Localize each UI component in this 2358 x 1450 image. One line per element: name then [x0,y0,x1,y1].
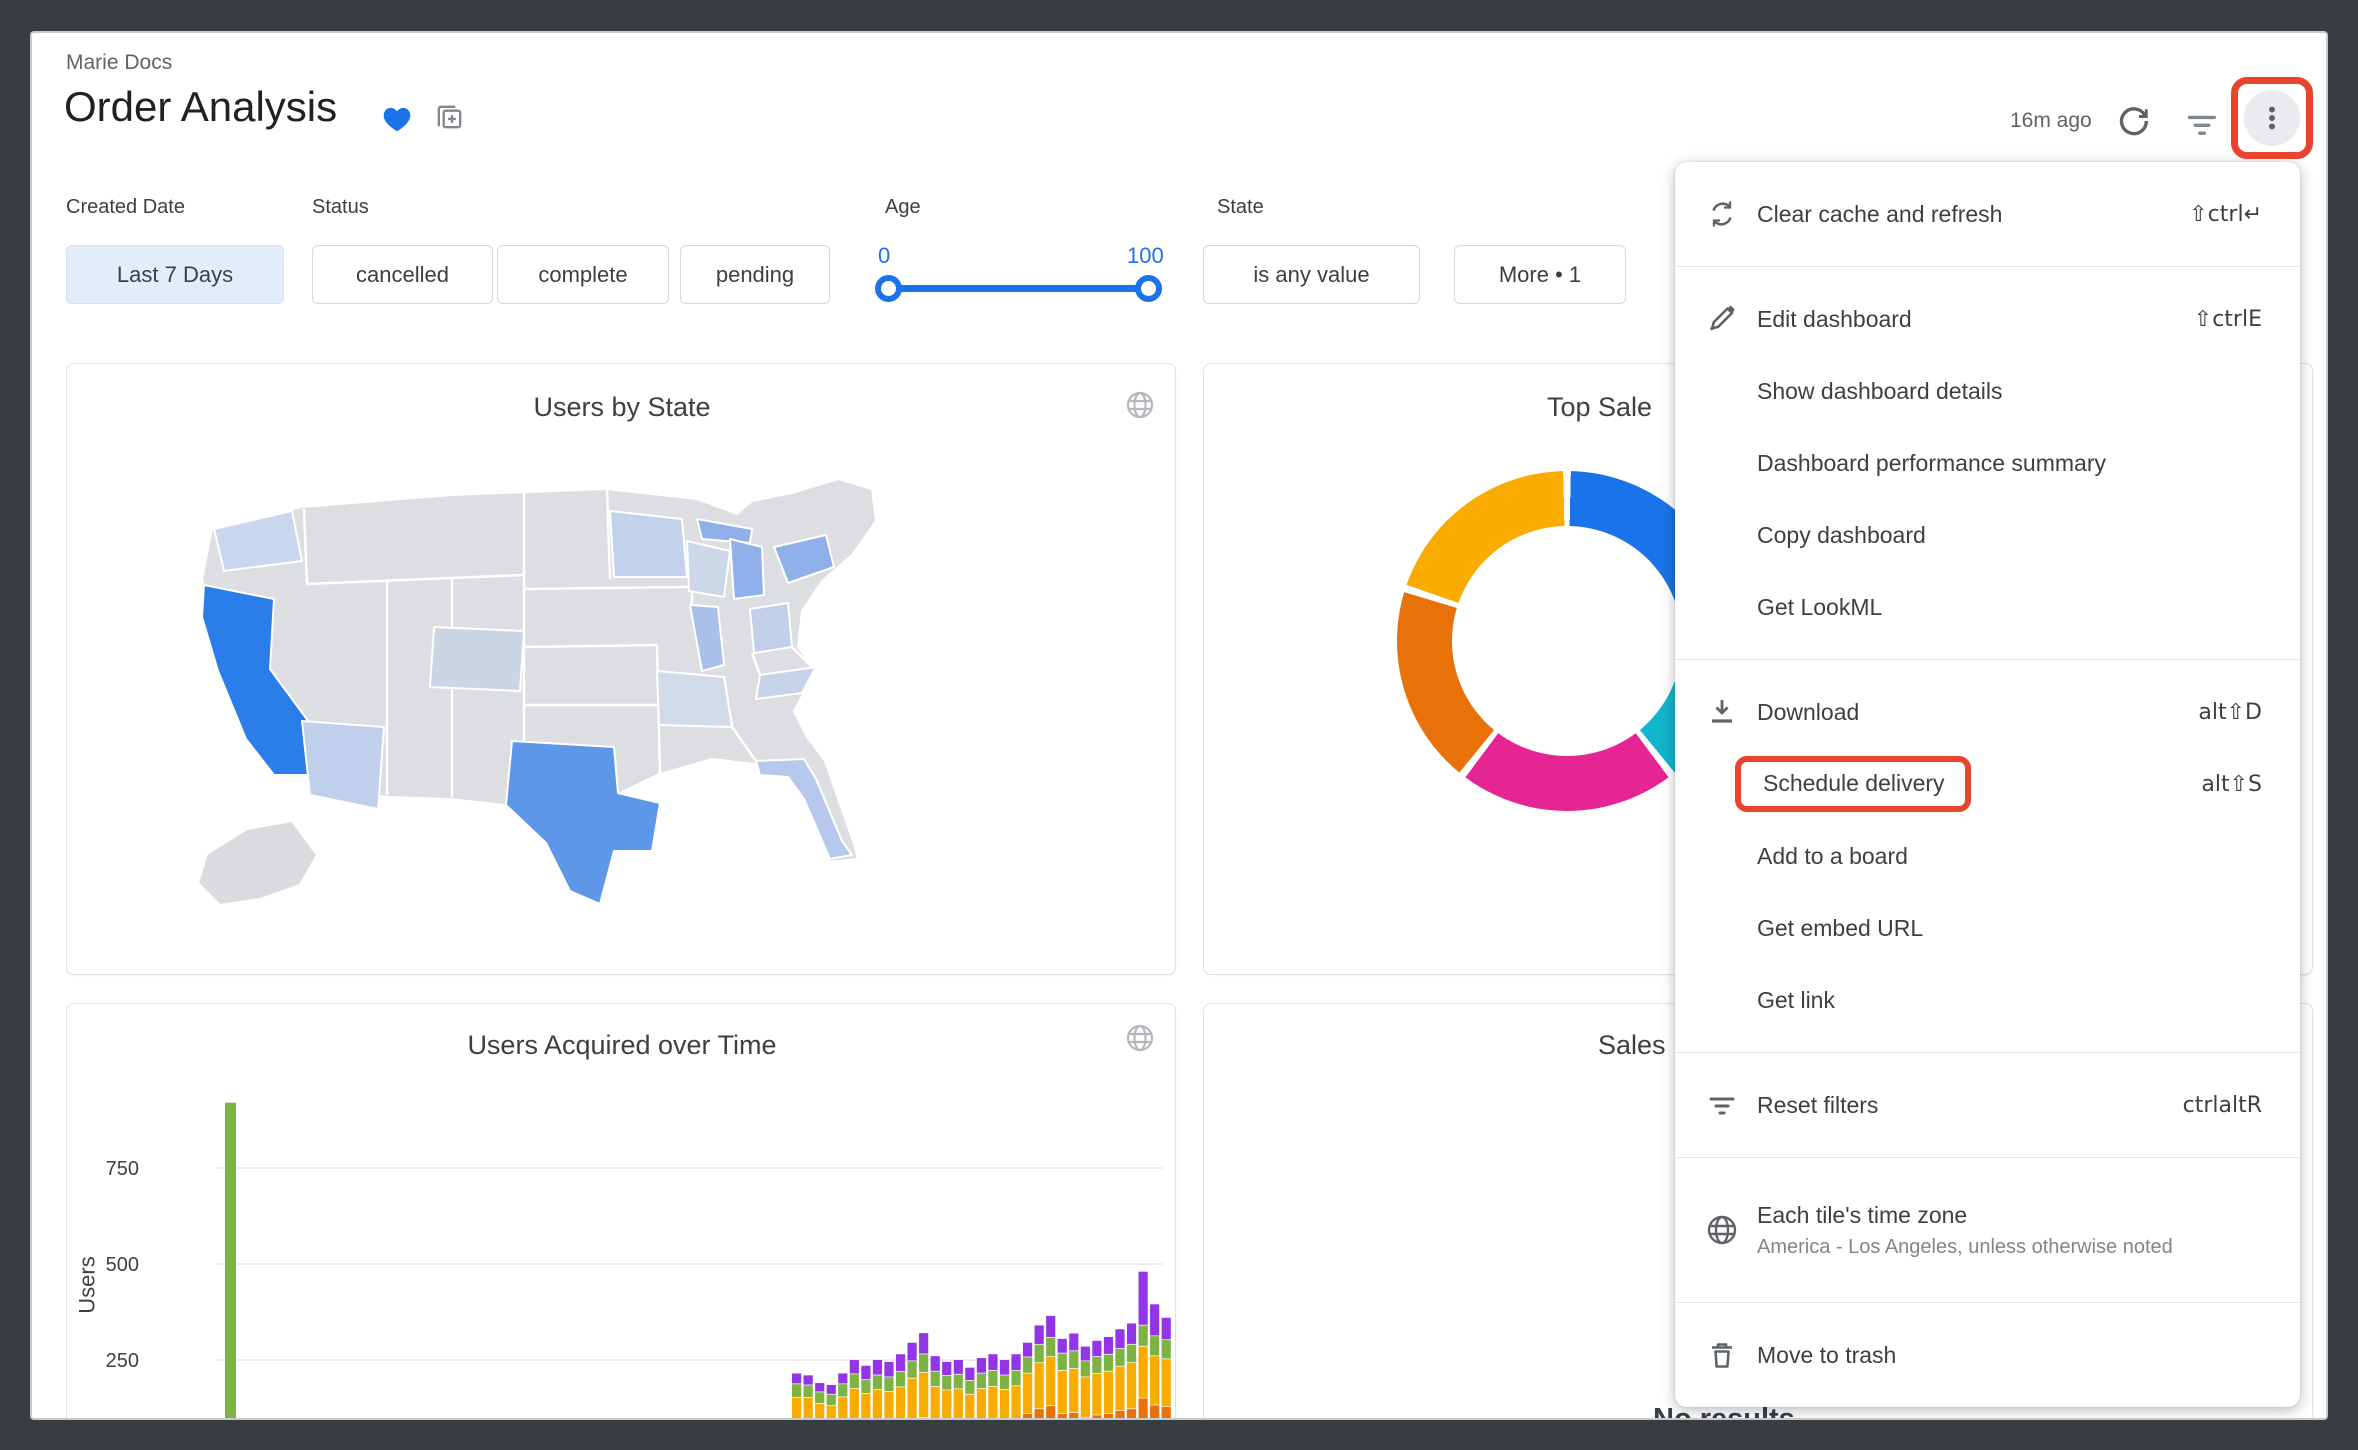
svg-text:500: 500 [106,1254,139,1276]
filter-created-date-value[interactable]: Last 7 Days [66,245,284,304]
globe-icon [1705,1213,1739,1247]
filter-status-complete[interactable]: complete [497,245,669,304]
svg-text:750: 750 [106,1158,139,1180]
filter-label-created-date: Created Date [66,196,185,219]
breadcrumb[interactable]: Marie Docs [66,51,172,75]
menu-item-edit-dashboard[interactable]: Edit dashboard ⇧ctrlE [1675,283,2300,355]
duplicate-dashboard-icon[interactable] [434,102,465,133]
filter-status-cancelled[interactable]: cancelled [312,245,493,304]
tile-title: Top Sale [1547,392,1652,423]
menu-item-get-link[interactable]: Get link [1675,964,2300,1036]
blank-icon [1705,839,1739,873]
menu-item-shortcut: ⇧ctrl↵ [2189,202,2262,227]
blank-icon [1705,446,1739,480]
context-menu: Clear cache and refresh ⇧ctrl↵ Edit dashbo… [1675,162,2300,1407]
menu-item-schedule-delivery[interactable]: Schedule delivery alt⇧S [1675,748,2300,820]
menu-item-show-dashboard-details[interactable]: Show dashboard details [1675,355,2300,427]
download-icon [1705,695,1739,729]
screenshot-frame: Marie Docs Order Analysis 16m ago Create… [0,0,2358,1450]
age-slider-max-value: 100 [1127,243,1164,269]
blank-icon [1705,518,1739,552]
page-title: Order Analysis [64,83,337,131]
menu-item-add-to-a-board[interactable]: Add to a board [1675,820,2300,892]
menu-item-label: Move to trash [1757,1342,1896,1369]
menu-item-shortcut: alt⇧S [2201,772,2262,797]
heart-icon[interactable] [380,101,414,135]
tile-users-by-state: Users by State [66,363,1176,975]
age-slider-min-value: 0 [878,243,890,269]
stacked-bar-chart[interactable]: 250 500 750 [67,1004,1177,1418]
menu-item-label: Show dashboard details [1757,378,2003,405]
blank-icon [1705,911,1739,945]
menu-item-shortcut: ctrlaltR [2183,1093,2262,1118]
more-vert-icon [2257,103,2287,133]
filter-label-age: Age [885,196,921,219]
menu-item-clear-cache-and-refresh[interactable]: Clear cache and refresh ⇧ctrl↵ [1675,178,2300,250]
blank-icon [1705,983,1739,1017]
globe-icon [1124,389,1156,421]
filter-label-state: State [1217,196,1264,219]
age-slider-handle-max[interactable] [1135,275,1162,302]
tile-users-acquired: Users Acquired over Time Users 250500750 [66,1003,1176,1418]
dashboard-page: Marie Docs Order Analysis 16m ago Create… [32,33,2326,1418]
last-updated-text: 16m ago [2010,109,2092,133]
blank-icon [1705,767,1739,801]
reload-icon[interactable] [2115,103,2151,139]
donut-hole [1452,526,1682,756]
pencil-icon [1705,302,1739,336]
menu-item-copy-dashboard[interactable]: Copy dashboard [1675,499,2300,571]
filter-icon [1705,1088,1739,1122]
menu-item-download[interactable]: Download alt⇧D [1675,676,2300,748]
svg-text:250: 250 [106,1350,139,1372]
filter-status-pending[interactable]: pending [680,245,830,304]
menu-item-each-tile-s-time-zone[interactable]: Each tile's time zone America - Los Angel… [1675,1174,2300,1286]
menu-item-dashboard-performance-summary[interactable]: Dashboard performance summary [1675,427,2300,499]
age-slider-track[interactable] [888,285,1148,292]
menu-item-label: Dashboard performance summary [1757,450,2106,477]
filter-state-value[interactable]: is any value [1203,245,1420,304]
more-vert-button[interactable] [2244,90,2300,146]
menu-item-label: Download [1757,699,1859,726]
tile-title: Sales [1598,1030,1666,1061]
us-choropleth-map[interactable] [137,459,1137,964]
age-slider-handle-min[interactable] [875,275,902,302]
menu-item-move-to-trash[interactable]: Move to trash [1675,1319,2300,1391]
menu-item-label: Get LookML [1757,594,1882,621]
menu-item-shortcut: alt⇧D [2198,700,2262,725]
menu-item-reset-filters[interactable]: Reset filters ctrlaltR [1675,1069,2300,1141]
filter-label-status: Status [312,196,369,219]
menu-item-label: Edit dashboard [1757,306,1912,333]
menu-item-label: Get link [1757,987,1835,1014]
menu-item-label: Add to a board [1757,843,1908,870]
menu-item-label: Clear cache and refresh [1757,201,2002,228]
filter-icon[interactable] [2184,105,2220,141]
menu-item-shortcut: ⇧ctrlE [2194,307,2262,332]
cycle-icon [1705,197,1739,231]
menu-item-label annotation-box: Schedule delivery [1735,756,1971,812]
blank-icon [1705,374,1739,408]
filter-more-button[interactable]: More • 1 [1454,245,1626,304]
menu-item-get-embed-url[interactable]: Get embed URL [1675,892,2300,964]
menu-item-sublabel: America - Los Angeles, unless otherwise … [1757,1236,2173,1259]
menu-item-label: Copy dashboard [1757,522,1926,549]
blank-icon [1705,590,1739,624]
menu-item-label: Get embed URL [1757,915,1923,942]
tile-title: Users by State [67,392,1177,423]
trash-icon [1705,1338,1739,1372]
menu-item-label: Reset filters [1757,1092,1878,1119]
menu-item-get-lookml[interactable]: Get LookML [1675,571,2300,643]
menu-item-label: Each tile's time zone [1757,1202,1967,1228]
